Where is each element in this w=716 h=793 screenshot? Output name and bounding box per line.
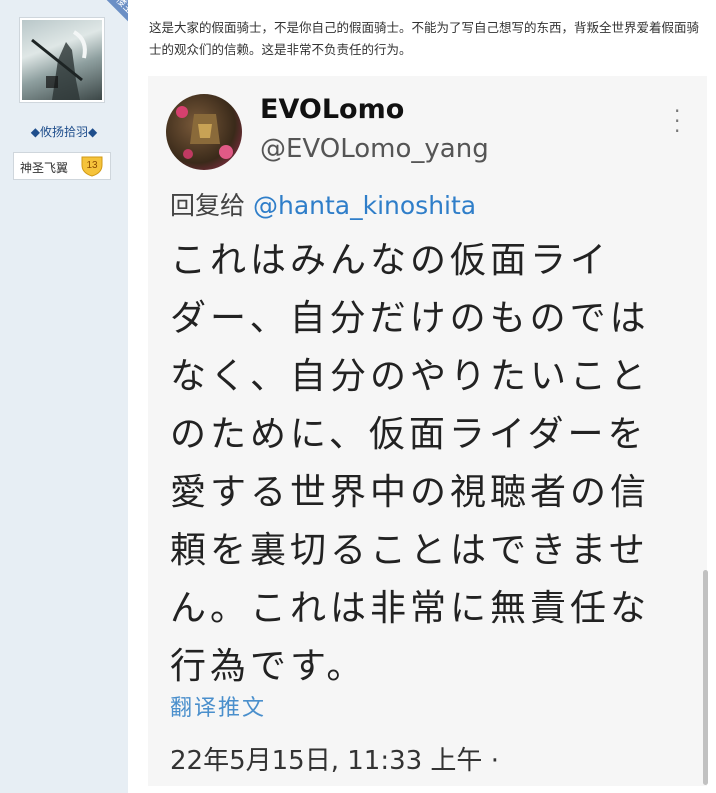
tweet-line: 頼を裏切ることはできませ	[170, 530, 649, 571]
tweet-avatar-art-icon	[176, 106, 233, 159]
rank-level-icon: 13	[80, 155, 104, 181]
reply-line: 回复给 @hanta_kinoshita	[170, 186, 476, 222]
tweet-line: のために、仮面ライダーを	[170, 414, 648, 455]
author-username[interactable]: ◆攸扬拾羽◆	[0, 123, 128, 140]
post-body-text: 这是大家的假面骑士，不是你自己的假面骑士。不能为了写自己想写的东西，背叛全世界爱…	[149, 20, 700, 57]
rank-title: 神圣飞翼	[20, 161, 69, 175]
rank-level-value: 13	[86, 160, 98, 171]
tweet-line: なく、自分のやりたいこと	[170, 356, 651, 397]
tweet-display-name: EVOLomo	[260, 94, 405, 125]
tweet-timestamp: 22年5月15日, 11:33 上午 ·	[170, 746, 499, 776]
reply-prefix: 回复给	[170, 191, 246, 220]
tweet-line: ん。これは非常に無責任な	[170, 588, 651, 629]
tweet-screenshot-image: EVOLomo @EVOLomo_yang · · · 回复给 @hanta_kin…	[148, 76, 707, 786]
tweet-handle: @EVOLomo_yang	[260, 134, 489, 164]
more-options-icon: · · ·	[674, 99, 681, 143]
avatar-figure-icon	[31, 30, 87, 100]
reply-mention: @hanta_kinoshita	[252, 191, 477, 220]
translate-tweet-label: 翻译推文	[170, 696, 267, 721]
author-avatar[interactable]	[22, 20, 102, 100]
author-sidebar: 楼主 ◆攸扬拾羽◆ 神圣飞翼 13	[0, 0, 128, 793]
tweet-line: 愛する世界中の視聴者の信	[170, 472, 651, 513]
user-rank-badge[interactable]: 神圣飞翼 13	[13, 152, 111, 180]
author-avatar-frame[interactable]	[19, 17, 105, 103]
tweet-avatar	[166, 94, 242, 170]
tweet-body: これはみんなの仮面ライ ダー、自分だけのものでは なく、自分のやりたいこと のた…	[170, 232, 700, 696]
tweet-line: これはみんなの仮面ライ	[170, 240, 611, 281]
scrollbar-thumb[interactable]	[703, 570, 708, 785]
tweet-line: ダー、自分だけのものでは	[170, 298, 650, 339]
tweet-line: 行為です。	[170, 646, 367, 687]
